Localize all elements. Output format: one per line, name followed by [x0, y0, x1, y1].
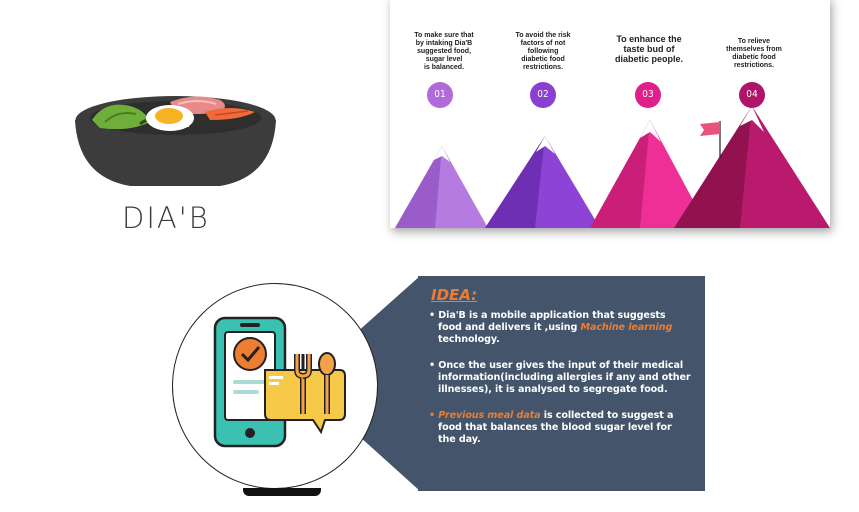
highlight-previous-meal-data: Previous meal data: [438, 410, 541, 421]
goal-text-03: To enhance the taste bud of diabetic peopl…: [614, 34, 683, 64]
goal-text-02: To avoid the risk factors of not following…: [515, 32, 571, 71]
idea-point-2: • Once the user gives the input of their…: [429, 360, 691, 395]
goals-card: To make sure that by intaking Dia'B sugges…: [390, 0, 830, 228]
goal-text-01: To make sure that by intaking Dia'B sugges…: [414, 32, 474, 71]
goal-number-04: 04: [739, 82, 765, 108]
brand-name: DIA'B: [122, 201, 210, 235]
idea-title: IDEA:: [431, 286, 478, 304]
goal-text-04: To relieve themselves from diabetic food re…: [726, 38, 782, 69]
goal-number-02: 02: [530, 82, 556, 108]
goal-number-01: 01: [427, 82, 453, 108]
goal-number-03: 03: [635, 82, 661, 108]
idea-panel: IDEA: • Dia'B is a mobile application th…: [418, 276, 705, 491]
idea-point-3: • Previous meal data is collected to sug…: [429, 410, 674, 445]
idea-point-1: • Dia'B is a mobile application that sug…: [429, 310, 673, 345]
highlight-machine-learning: Machine learning: [580, 322, 673, 333]
phone-food-checkmark-icon: [213, 316, 346, 448]
circle-base-shadow: [243, 488, 321, 496]
